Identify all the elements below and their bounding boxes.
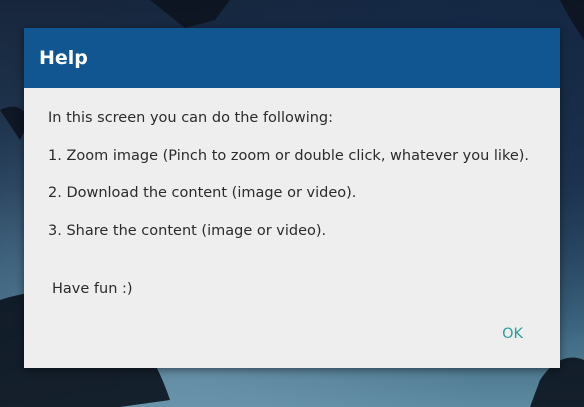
dialog-header: Help xyxy=(24,28,560,88)
ok-button[interactable]: OK xyxy=(498,324,527,344)
help-dialog: Help In this screen you can do the follo… xyxy=(24,28,560,368)
dialog-body: In this screen you can do the following:… xyxy=(24,88,560,368)
list-item-zoom: 1. Zoom image (Pinch to zoom or double c… xyxy=(48,148,530,164)
dialog-title: Help xyxy=(39,47,88,69)
closing-text: Have fun :) xyxy=(52,281,133,297)
list-item-share: 3. Share the content (image or video). xyxy=(48,223,327,239)
intro-text: In this screen you can do the following: xyxy=(48,110,334,126)
list-item-download: 2. Download the content (image or video)… xyxy=(48,185,357,201)
